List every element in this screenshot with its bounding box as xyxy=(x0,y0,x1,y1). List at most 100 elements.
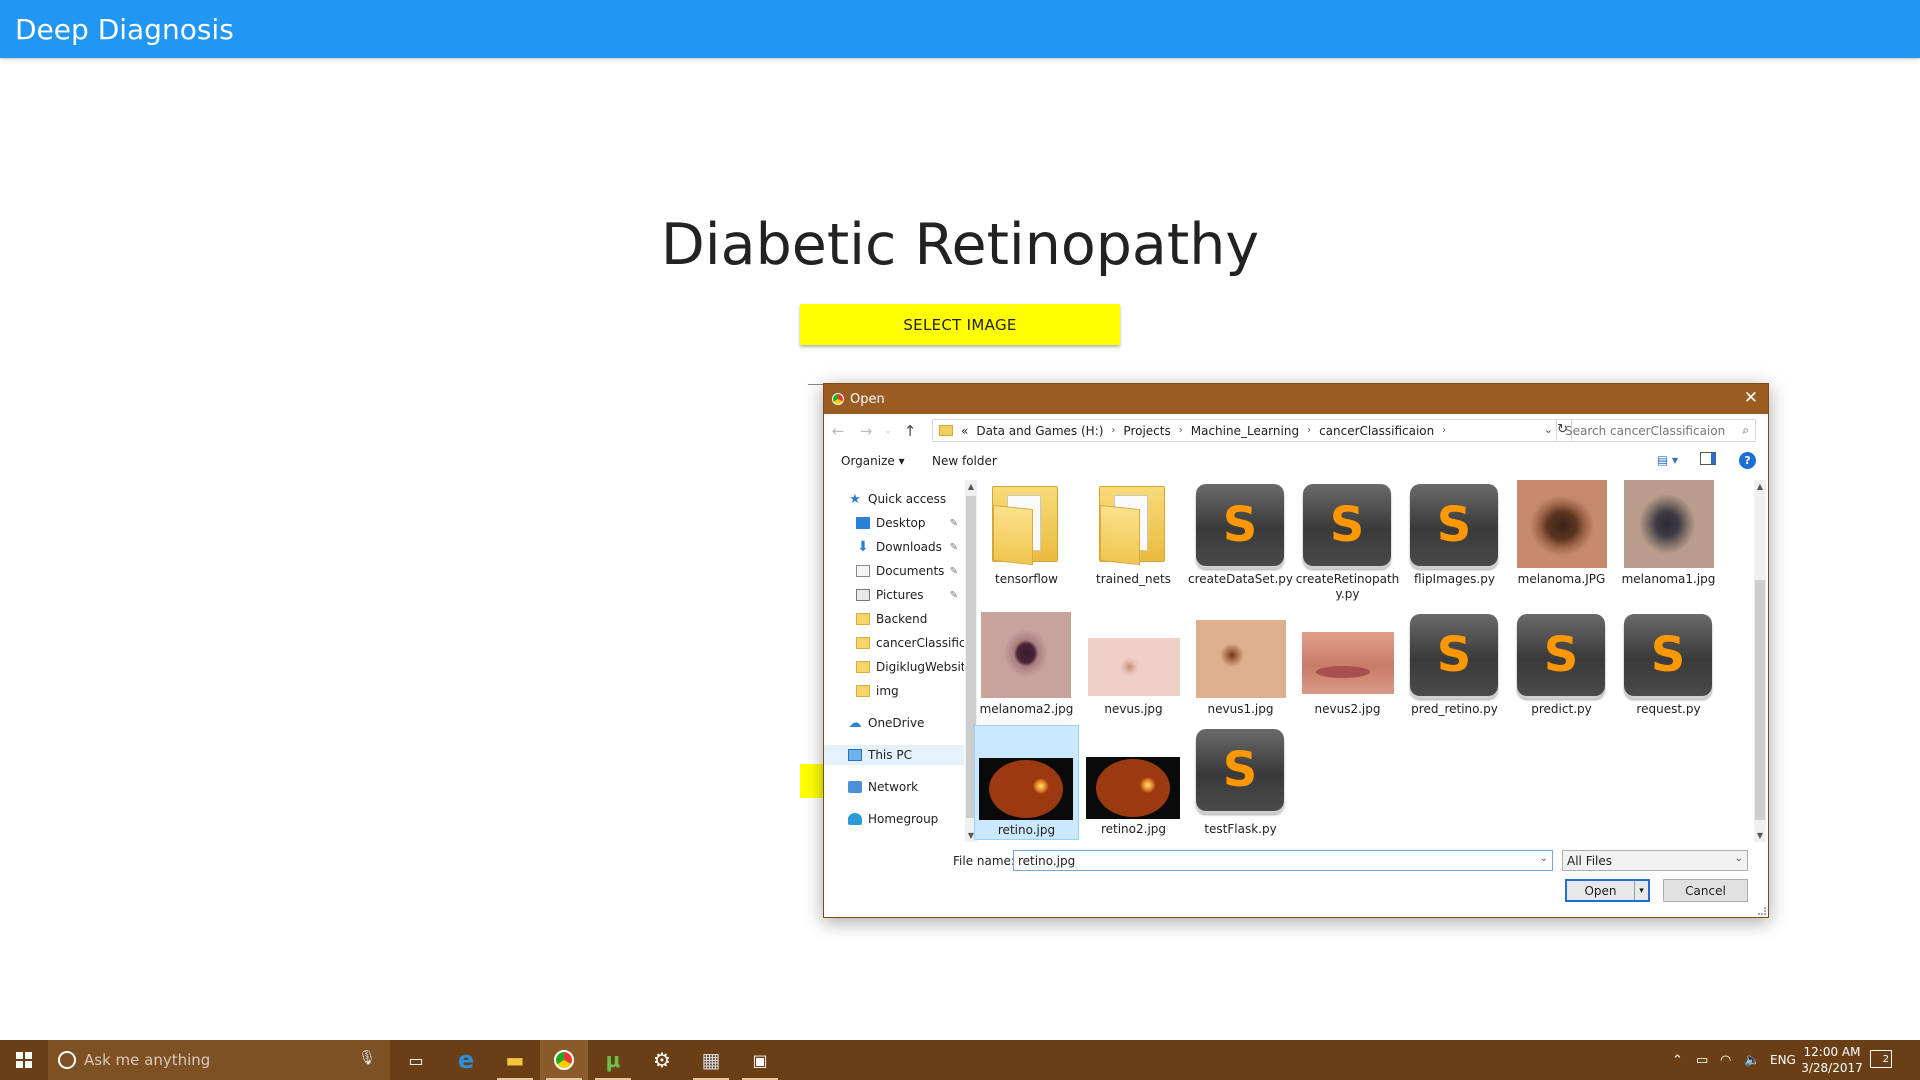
change-view-icon[interactable]: ▤ ▾ xyxy=(1657,453,1678,467)
file-item-predict[interactable]: S predict.py xyxy=(1509,608,1614,720)
file-item-testflask[interactable]: S testFlask.py xyxy=(1188,725,1293,840)
file-item-nevus1[interactable]: nevus1.jpg xyxy=(1188,608,1293,720)
nav-item-img[interactable]: img xyxy=(856,681,964,701)
select-image-button[interactable]: SELECT IMAGE xyxy=(800,304,1120,345)
command-prompt-icon[interactable]: ▣ xyxy=(736,1040,784,1080)
app-title: Deep Diagnosis xyxy=(15,12,234,46)
file-name-input[interactable]: retino.jpg ⌄ xyxy=(1013,850,1553,871)
file-item-flipimages[interactable]: S flipImages.py xyxy=(1402,482,1507,592)
nav-item-digiklugwebsite[interactable]: DigiklugWebsite xyxy=(856,657,964,677)
system-clock[interactable]: 12:00 AM 3/28/2017 xyxy=(1792,1044,1872,1076)
breadcrumb-current[interactable]: cancerClassificaion xyxy=(1319,424,1434,438)
task-view-icon[interactable]: ▭ xyxy=(392,1040,440,1080)
scroll-down-icon[interactable]: ▼ xyxy=(1754,831,1766,840)
file-item-retino2[interactable]: retino2.jpg xyxy=(1081,725,1186,840)
network-icon xyxy=(848,781,862,793)
breadcrumb-machine-learning[interactable]: Machine_Learning xyxy=(1191,424,1299,438)
nav-item-this-pc[interactable]: This PC xyxy=(824,745,964,765)
nav-item-onedrive[interactable]: ☁ OneDrive xyxy=(848,713,964,733)
chevron-down-icon[interactable]: ⌄ xyxy=(1735,853,1743,864)
utorrent-icon[interactable]: μ xyxy=(589,1040,637,1080)
recent-locations-chevron-icon[interactable]: ⌄ xyxy=(880,426,896,436)
start-button[interactable] xyxy=(0,1040,48,1080)
folder-icon xyxy=(856,661,870,673)
search-icon[interactable]: ⌕ xyxy=(1742,423,1749,438)
control-panel-icon[interactable]: ▦ xyxy=(687,1040,735,1080)
resize-grip-icon[interactable] xyxy=(1758,907,1766,915)
nav-item-cancerclassificaion[interactable]: cancerClassificai xyxy=(856,633,964,653)
file-item-createretinopathy[interactable]: S createRetinopath y.py xyxy=(1295,482,1400,602)
breadcrumb-overflow[interactable]: « xyxy=(961,424,968,438)
cancel-button[interactable]: Cancel xyxy=(1663,879,1748,902)
edge-icon[interactable]: e xyxy=(442,1040,490,1080)
search-input[interactable]: Search cancerClassificaion ⌕ xyxy=(1556,419,1756,442)
nav-item-desktop[interactable]: Desktop ✎ xyxy=(856,513,964,533)
nav-item-homegroup[interactable]: Homegroup xyxy=(848,809,964,829)
nav-item-quick-access[interactable]: ★ Quick access xyxy=(848,489,964,509)
chevron-down-icon[interactable]: ⌄ xyxy=(1540,853,1548,864)
show-hidden-icons-icon[interactable]: ⌃ xyxy=(1672,1040,1683,1080)
file-item-nevus[interactable]: nevus.jpg xyxy=(1081,608,1186,720)
file-item-melanoma[interactable]: melanoma.JPG xyxy=(1509,480,1614,592)
address-bar[interactable]: « Data and Games (H:) › Projects › Machi… xyxy=(932,419,1572,442)
microphone-icon[interactable]: 🎙 xyxy=(358,1050,376,1066)
address-dropdown-icon[interactable]: ⌄ xyxy=(1544,423,1553,436)
open-button[interactable]: Open ▾ xyxy=(1565,879,1650,902)
nav-item-downloads[interactable]: ⬇ Downloads ✎ xyxy=(856,537,964,557)
volume-icon[interactable]: 🔈 xyxy=(1744,1040,1760,1080)
file-item-createdataset[interactable]: S createDataSet.py xyxy=(1188,482,1293,592)
chevron-right-icon[interactable]: › xyxy=(1307,425,1311,436)
file-type-select[interactable]: All Files ⌄ xyxy=(1562,850,1748,871)
settings-gear-icon[interactable]: ⚙ xyxy=(638,1040,686,1080)
nav-label: Downloads xyxy=(876,540,942,554)
retina-thumbnail xyxy=(979,758,1073,820)
nav-item-network[interactable]: Network xyxy=(848,777,964,797)
file-name: request.py xyxy=(1636,702,1701,716)
file-explorer-icon[interactable]: ▬ xyxy=(491,1040,539,1080)
breadcrumb-projects[interactable]: Projects xyxy=(1123,424,1170,438)
file-item-retino[interactable]: retino.jpg xyxy=(974,725,1079,840)
file-item-pred-retino[interactable]: S pred_retino.py xyxy=(1402,608,1507,720)
chrome-icon[interactable] xyxy=(540,1040,588,1080)
file-item-trained-nets[interactable]: trained_nets xyxy=(1081,482,1186,592)
cortana-search-box[interactable]: Ask me anything 🎙 xyxy=(48,1040,390,1080)
back-arrow-icon[interactable]: ← xyxy=(824,422,852,440)
nav-item-pictures[interactable]: Pictures ✎ xyxy=(856,585,964,605)
breadcrumb-drive[interactable]: Data and Games (H:) xyxy=(976,424,1103,438)
sublime-text-icon: S xyxy=(1410,614,1498,696)
file-item-request[interactable]: S request.py xyxy=(1616,608,1721,720)
file-name: retino.jpg xyxy=(997,823,1056,837)
chevron-right-icon[interactable]: › xyxy=(1442,425,1446,436)
page-title: Diabetic Retinopathy xyxy=(660,212,1260,278)
open-button-label: Open xyxy=(1584,883,1617,898)
file-name: retino2.jpg xyxy=(1100,822,1167,836)
dialog-titlebar[interactable]: Open xyxy=(824,384,1768,414)
taskbar: Ask me anything 🎙 ▭ e ▬ μ ⚙ ▦ ▣ ⌃ ▭ ◠ 🔈 … xyxy=(0,1040,1920,1080)
file-item-melanoma1[interactable]: melanoma1.jpg xyxy=(1616,480,1721,592)
open-options-dropdown-icon[interactable]: ▾ xyxy=(1634,881,1648,900)
new-folder-button[interactable]: New folder xyxy=(932,454,997,468)
organize-menu[interactable]: Organize ▾ xyxy=(841,454,905,468)
action-center-icon[interactable]: 2 xyxy=(1870,1050,1892,1068)
forward-arrow-icon[interactable]: → xyxy=(852,422,880,440)
cortana-icon xyxy=(58,1051,76,1069)
chevron-right-icon[interactable]: › xyxy=(1179,425,1183,436)
nav-item-documents[interactable]: Documents ✎ xyxy=(856,561,964,581)
file-item-melanoma2[interactable]: melanoma2.jpg xyxy=(974,608,1079,720)
help-icon[interactable]: ? xyxy=(1739,452,1756,469)
wifi-icon[interactable]: ◠ xyxy=(1720,1040,1731,1080)
file-item-tensorflow[interactable]: tensorflow xyxy=(974,482,1079,592)
nav-item-backend[interactable]: Backend xyxy=(856,609,964,629)
preview-pane-icon[interactable] xyxy=(1700,452,1716,465)
scrollbar-thumb[interactable] xyxy=(1755,580,1765,820)
scroll-up-icon[interactable]: ▲ xyxy=(1754,482,1766,491)
nav-label: DigiklugWebsite xyxy=(876,660,964,674)
up-arrow-icon[interactable]: ↑ xyxy=(896,422,924,440)
nav-label: Backend xyxy=(876,612,928,626)
file-item-nevus2[interactable]: nevus2.jpg xyxy=(1295,608,1400,720)
battery-icon[interactable]: ▭ xyxy=(1696,1040,1708,1080)
close-icon[interactable]: ✕ xyxy=(1744,388,1758,408)
nav-label: Pictures xyxy=(876,588,924,602)
chevron-right-icon[interactable]: › xyxy=(1111,425,1115,436)
file-list-scrollbar[interactable]: ▲ ▼ xyxy=(1754,480,1766,842)
